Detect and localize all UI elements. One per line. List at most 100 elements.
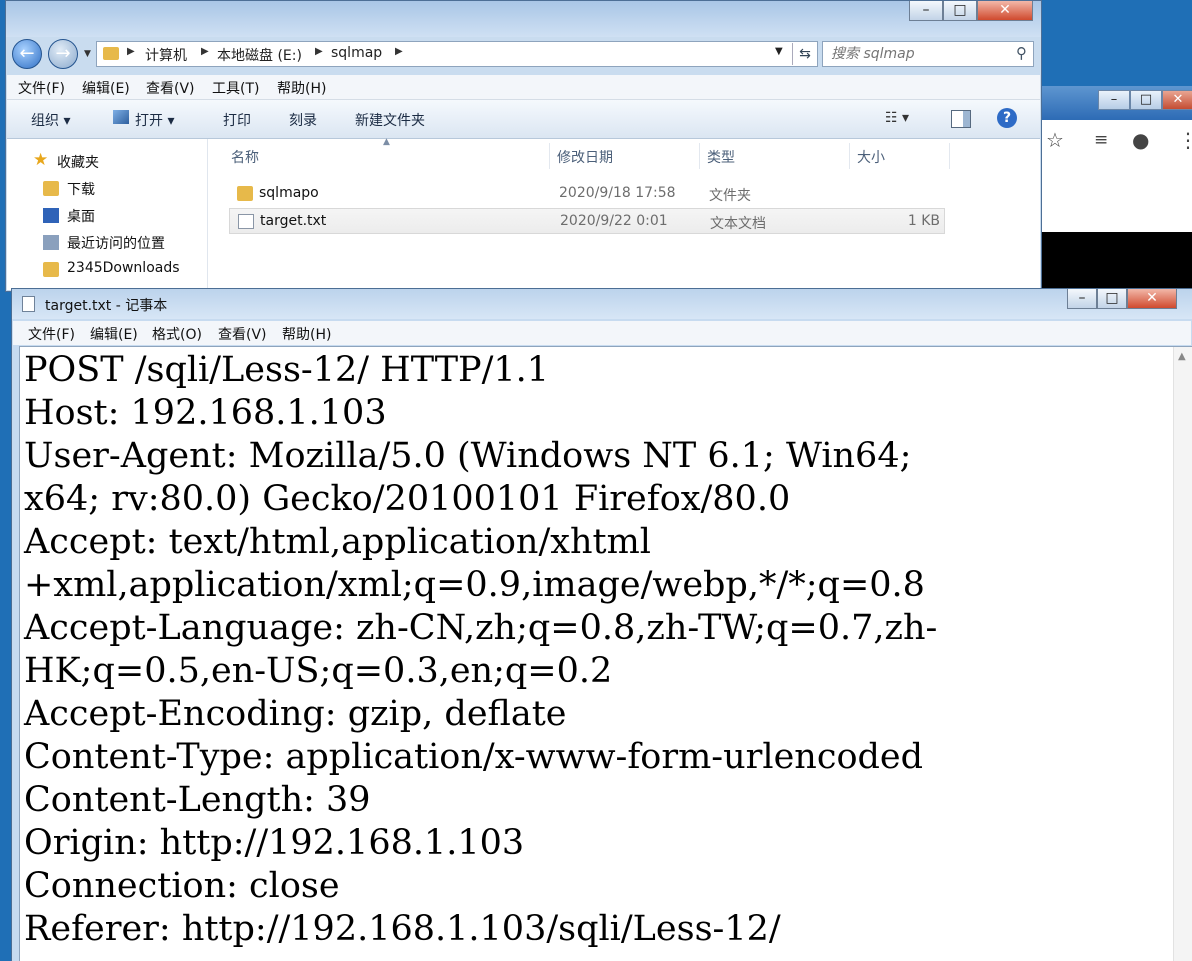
text-editor[interactable]: POST /sqli/Less-12/ HTTP/1.1 Host: 192.1… [19, 346, 1192, 961]
window-title: target.txt - 记事本 [45, 298, 168, 314]
file-list: 名称 ▲ 修改日期 类型 大小 sqlmapo 2020/9/18 17:58 … [209, 137, 1040, 290]
more-icon[interactable]: ⋮ [1178, 128, 1192, 152]
refresh-button[interactable]: ⇆ [792, 43, 817, 65]
menu-format[interactable]: 格式(O) [152, 324, 202, 344]
breadcrumb-computer[interactable]: 计算机 [145, 45, 187, 65]
maximize-button[interactable]: □ [943, 1, 977, 21]
column-divider[interactable] [849, 143, 850, 169]
close-button[interactable]: ✕ [977, 1, 1033, 21]
column-header-date[interactable]: 修改日期 [557, 147, 613, 167]
view-options-icon[interactable]: ☷ ▾ [885, 110, 909, 126]
close-button[interactable]: ✕ [1127, 289, 1177, 309]
notepad-icon [22, 296, 35, 312]
notepad-titlebar: target.txt - 记事本 – □ ✕ [12, 289, 1192, 319]
explorer-titlebar: – □ ✕ [6, 1, 1041, 37]
file-type: 文件夹 [709, 188, 751, 204]
downloads-icon [43, 181, 59, 196]
preview-pane-icon[interactable] [951, 110, 971, 128]
scroll-up-icon[interactable]: ▲ [1178, 351, 1186, 362]
column-divider[interactable] [949, 143, 950, 169]
search-box[interactable]: ⚲ [822, 41, 1034, 67]
file-date: 2020/9/22 0:01 [560, 213, 668, 229]
notepad-menubar: 文件(F) 编辑(E) 格式(O) 查看(V) 帮助(H) [13, 321, 1191, 345]
menu-view[interactable]: 查看(V) [218, 324, 267, 344]
recent-places-icon [43, 235, 59, 250]
recent-pages-dropdown[interactable]: ▼ [84, 49, 91, 59]
column-divider[interactable] [549, 143, 550, 169]
forward-button[interactable]: → [48, 39, 78, 69]
sidebar-item-label: 收藏夹 [57, 155, 99, 171]
column-divider[interactable] [699, 143, 700, 169]
reading-list-icon[interactable]: ≡ [1094, 130, 1108, 150]
column-header-type[interactable]: 类型 [707, 147, 735, 167]
menu-help[interactable]: 帮助(H) [277, 78, 326, 98]
address-bar[interactable]: ▶ 计算机 ▶ 本地磁盘 (E:) ▶ sqlmap ▶ ▼ [96, 41, 818, 67]
minimize-button[interactable]: – [1067, 289, 1097, 309]
search-icon[interactable]: ⚲ [1016, 44, 1027, 62]
breadcrumb-drive[interactable]: 本地磁盘 (E:) [217, 45, 302, 65]
folder-icon [43, 262, 59, 277]
minimize-button[interactable]: – [1098, 90, 1130, 110]
menu-edit[interactable]: 编辑(E) [90, 324, 138, 344]
organize-button[interactable]: 组织 ▾ [31, 110, 70, 130]
file-type: 文本文档 [710, 216, 766, 232]
menu-file[interactable]: 文件(F) [28, 324, 75, 344]
file-date: 2020/9/18 17:58 [559, 185, 676, 201]
file-row-sqlmapo[interactable]: sqlmapo 2020/9/18 17:58 文件夹 [229, 181, 945, 207]
vertical-scrollbar[interactable]: ▲ [1173, 347, 1192, 961]
menu-view[interactable]: 查看(V) [146, 78, 195, 98]
explorer-menubar: 文件(F) 编辑(E) 查看(V) 工具(T) 帮助(H) [7, 75, 1040, 100]
browser-content [1040, 232, 1192, 291]
sidebar-item-label: 桌面 [67, 209, 95, 225]
print-button[interactable]: 打印 [223, 110, 251, 130]
sidebar-item-label: 下载 [67, 182, 95, 198]
help-icon[interactable]: ? [997, 108, 1017, 128]
open-icon [113, 110, 129, 124]
column-header-size[interactable]: 大小 [857, 147, 885, 167]
breadcrumb-separator[interactable]: ▶ [395, 46, 403, 57]
explorer-toolbar: 组织 ▾ 打开 ▾ 打印 刻录 新建文件夹 ☷ ▾ ? [7, 100, 1040, 139]
burn-button[interactable]: 刻录 [289, 110, 317, 130]
menu-edit[interactable]: 编辑(E) [82, 78, 130, 98]
breadcrumb-separator[interactable]: ▶ [201, 46, 209, 57]
star-icon[interactable]: ☆ [1046, 128, 1064, 152]
chevron-down-icon[interactable]: ▼ [775, 46, 783, 57]
account-icon[interactable]: ● [1132, 128, 1149, 152]
maximize-button[interactable]: □ [1130, 90, 1162, 110]
browser-titlebar: – □ ✕ [1040, 86, 1192, 120]
sidebar-item-label: 2345Downloads [67, 260, 180, 276]
folder-icon [237, 186, 253, 201]
menu-help[interactable]: 帮助(H) [282, 324, 331, 344]
breadcrumb-separator[interactable]: ▶ [127, 46, 135, 57]
desktop-icon [43, 208, 59, 223]
close-button[interactable]: ✕ [1162, 90, 1192, 110]
menu-file[interactable]: 文件(F) [18, 78, 65, 98]
arrow-left-icon: ← [19, 43, 35, 64]
new-folder-button[interactable]: 新建文件夹 [355, 110, 425, 130]
star-icon: ★ [33, 150, 49, 170]
sort-arrow-icon: ▲ [383, 137, 390, 147]
breadcrumb-sqlmap[interactable]: sqlmap [331, 45, 382, 61]
browser-window: – □ ✕ ☆ ≡ ● ⋮ [1040, 86, 1192, 291]
back-button[interactable]: ← [12, 39, 42, 69]
breadcrumb-separator[interactable]: ▶ [315, 46, 323, 57]
open-button[interactable]: 打开 ▾ [135, 110, 174, 130]
menu-tools[interactable]: 工具(T) [212, 78, 259, 98]
text-file-icon [238, 214, 254, 229]
search-input[interactable] [829, 45, 1013, 63]
sidebar-item-label: 最近访问的位置 [67, 236, 165, 252]
file-size: 1 KB [907, 213, 940, 229]
file-row-target-txt[interactable]: target.txt 2020/9/22 0:01 文本文档 1 KB [229, 208, 945, 234]
maximize-button[interactable]: □ [1097, 289, 1127, 309]
column-header-name[interactable]: 名称 [231, 147, 259, 167]
notepad-window: target.txt - 记事本 – □ ✕ 文件(F) 编辑(E) 格式(O)… [11, 288, 1192, 961]
navigation-pane: ★ 收藏夹 下载 桌面 最近访问的位置 2345Downloads [7, 139, 208, 290]
explorer-window: – □ ✕ ← → ▼ ▶ 计算机 ▶ 本地磁盘 (E:) ▶ sqlmap ▶… [5, 0, 1042, 292]
refresh-icon: ⇆ [799, 46, 811, 62]
browser-toolbar: ☆ ≡ ● ⋮ [1040, 120, 1192, 160]
file-name: target.txt [260, 213, 327, 229]
file-name: sqlmapo [259, 185, 319, 201]
minimize-button[interactable]: – [909, 1, 943, 21]
document-text[interactable]: POST /sqli/Less-12/ HTTP/1.1 Host: 192.1… [24, 349, 937, 951]
arrow-right-icon: → [55, 43, 71, 64]
